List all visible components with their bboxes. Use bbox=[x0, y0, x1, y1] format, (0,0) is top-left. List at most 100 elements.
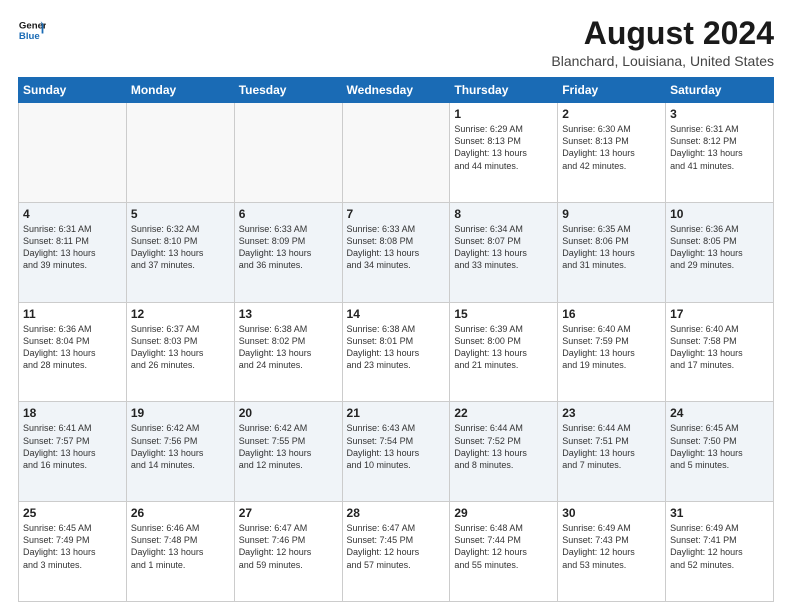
calendar-cell: 24 Sunrise: 6:45 AM Sunset: 7:50 PM Dayli… bbox=[666, 402, 774, 502]
day-number: 17 bbox=[670, 307, 769, 321]
day-number: 23 bbox=[562, 406, 661, 420]
calendar-week-row: 4Sunrise: 6:31 AM Sunset: 8:11 PM Daylig… bbox=[19, 202, 774, 302]
day-number: 12 bbox=[131, 307, 230, 321]
day-info: Sunrise: 6:49 AM Sunset: 7:41 PM Dayligh… bbox=[670, 522, 769, 571]
day-info: Sunrise: 6:49 AM Sunset: 7:43 PM Dayligh… bbox=[562, 522, 661, 571]
day-info: Sunrise: 6:42 AM Sunset: 7:55 PM Dayligh… bbox=[239, 422, 338, 471]
col-header-sunday: Sunday bbox=[19, 78, 127, 103]
day-info: Sunrise: 6:47 AM Sunset: 7:45 PM Dayligh… bbox=[347, 522, 446, 571]
calendar-cell: 1 Sunrise: 6:29 AM Sunset: 8:13 PM Daylig… bbox=[450, 103, 558, 203]
day-info: Sunrise: 6:47 AM Sunset: 7:46 PM Dayligh… bbox=[239, 522, 338, 571]
calendar-week-row: 11 Sunrise: 6:36 AM Sunset: 8:04 PM Dayli… bbox=[19, 302, 774, 402]
day-info: Sunrise: 6:41 AM Sunset: 7:57 PM Dayligh… bbox=[23, 422, 122, 471]
day-number: 20 bbox=[239, 406, 338, 420]
day-info: Sunrise: 6:42 AM Sunset: 7:56 PM Dayligh… bbox=[131, 422, 230, 471]
day-number: 4 bbox=[23, 207, 122, 221]
day-number: 9 bbox=[562, 207, 661, 221]
day-info: Sunrise: 6:29 AM Sunset: 8:13 PM Dayligh… bbox=[454, 123, 553, 172]
calendar-cell: 12 Sunrise: 6:37 AM Sunset: 8:03 PM Dayli… bbox=[126, 302, 234, 402]
day-info: Sunrise: 6:33 AM Sunset: 8:08 PM Dayligh… bbox=[347, 223, 446, 272]
calendar-cell: 20 Sunrise: 6:42 AM Sunset: 7:55 PM Dayli… bbox=[234, 402, 342, 502]
title-block: August 2024 Blanchard, Louisiana, United… bbox=[551, 16, 774, 69]
calendar-cell: 11 Sunrise: 6:36 AM Sunset: 8:04 PM Dayli… bbox=[19, 302, 127, 402]
calendar-cell: 9 Sunrise: 6:35 AM Sunset: 8:06 PM Daylig… bbox=[558, 202, 666, 302]
day-info: Sunrise: 6:31 AM Sunset: 8:12 PM Dayligh… bbox=[670, 123, 769, 172]
calendar-cell: 13 Sunrise: 6:38 AM Sunset: 8:02 PM Dayli… bbox=[234, 302, 342, 402]
day-info: Sunrise: 6:35 AM Sunset: 8:06 PM Dayligh… bbox=[562, 223, 661, 272]
day-number: 31 bbox=[670, 506, 769, 520]
day-number: 2 bbox=[562, 107, 661, 121]
calendar-cell: 4Sunrise: 6:31 AM Sunset: 8:11 PM Daylig… bbox=[19, 202, 127, 302]
day-info: Sunrise: 6:33 AM Sunset: 8:09 PM Dayligh… bbox=[239, 223, 338, 272]
day-number: 1 bbox=[454, 107, 553, 121]
calendar-cell: 16 Sunrise: 6:40 AM Sunset: 7:59 PM Dayli… bbox=[558, 302, 666, 402]
day-info: Sunrise: 6:30 AM Sunset: 8:13 PM Dayligh… bbox=[562, 123, 661, 172]
calendar-cell: 3 Sunrise: 6:31 AM Sunset: 8:12 PM Daylig… bbox=[666, 103, 774, 203]
calendar-cell bbox=[234, 103, 342, 203]
day-number: 3 bbox=[670, 107, 769, 121]
day-info: Sunrise: 6:36 AM Sunset: 8:04 PM Dayligh… bbox=[23, 323, 122, 372]
calendar-cell: 5Sunrise: 6:32 AM Sunset: 8:10 PM Daylig… bbox=[126, 202, 234, 302]
day-number: 14 bbox=[347, 307, 446, 321]
day-info: Sunrise: 6:44 AM Sunset: 7:52 PM Dayligh… bbox=[454, 422, 553, 471]
day-info: Sunrise: 6:34 AM Sunset: 8:07 PM Dayligh… bbox=[454, 223, 553, 272]
calendar-cell: 25Sunrise: 6:45 AM Sunset: 7:49 PM Dayli… bbox=[19, 502, 127, 602]
day-number: 16 bbox=[562, 307, 661, 321]
day-info: Sunrise: 6:38 AM Sunset: 8:02 PM Dayligh… bbox=[239, 323, 338, 372]
day-info: Sunrise: 6:45 AM Sunset: 7:50 PM Dayligh… bbox=[670, 422, 769, 471]
day-number: 8 bbox=[454, 207, 553, 221]
day-number: 24 bbox=[670, 406, 769, 420]
day-info: Sunrise: 6:40 AM Sunset: 7:59 PM Dayligh… bbox=[562, 323, 661, 372]
day-info: Sunrise: 6:40 AM Sunset: 7:58 PM Dayligh… bbox=[670, 323, 769, 372]
day-info: Sunrise: 6:45 AM Sunset: 7:49 PM Dayligh… bbox=[23, 522, 122, 571]
day-number: 15 bbox=[454, 307, 553, 321]
col-header-monday: Monday bbox=[126, 78, 234, 103]
day-number: 21 bbox=[347, 406, 446, 420]
col-header-wednesday: Wednesday bbox=[342, 78, 450, 103]
main-title: August 2024 bbox=[551, 16, 774, 51]
logo: General Blue bbox=[18, 16, 50, 44]
day-number: 19 bbox=[131, 406, 230, 420]
calendar-cell bbox=[19, 103, 127, 203]
day-number: 5 bbox=[131, 207, 230, 221]
calendar-cell: 22 Sunrise: 6:44 AM Sunset: 7:52 PM Dayli… bbox=[450, 402, 558, 502]
calendar-cell: 8 Sunrise: 6:34 AM Sunset: 8:07 PM Daylig… bbox=[450, 202, 558, 302]
day-number: 11 bbox=[23, 307, 122, 321]
day-info: Sunrise: 6:43 AM Sunset: 7:54 PM Dayligh… bbox=[347, 422, 446, 471]
logo-icon: General Blue bbox=[18, 16, 46, 44]
calendar-cell: 7Sunrise: 6:33 AM Sunset: 8:08 PM Daylig… bbox=[342, 202, 450, 302]
calendar-cell: 15 Sunrise: 6:39 AM Sunset: 8:00 PM Dayli… bbox=[450, 302, 558, 402]
col-header-thursday: Thursday bbox=[450, 78, 558, 103]
calendar-week-row: 25Sunrise: 6:45 AM Sunset: 7:49 PM Dayli… bbox=[19, 502, 774, 602]
day-info: Sunrise: 6:44 AM Sunset: 7:51 PM Dayligh… bbox=[562, 422, 661, 471]
calendar-cell: 26 Sunrise: 6:46 AM Sunset: 7:48 PM Dayli… bbox=[126, 502, 234, 602]
col-header-tuesday: Tuesday bbox=[234, 78, 342, 103]
day-number: 29 bbox=[454, 506, 553, 520]
calendar-cell: 18Sunrise: 6:41 AM Sunset: 7:57 PM Dayli… bbox=[19, 402, 127, 502]
day-info: Sunrise: 6:39 AM Sunset: 8:00 PM Dayligh… bbox=[454, 323, 553, 372]
calendar-cell: 28Sunrise: 6:47 AM Sunset: 7:45 PM Dayli… bbox=[342, 502, 450, 602]
calendar-cell: 19 Sunrise: 6:42 AM Sunset: 7:56 PM Dayli… bbox=[126, 402, 234, 502]
day-number: 22 bbox=[454, 406, 553, 420]
calendar-cell: 27 Sunrise: 6:47 AM Sunset: 7:46 PM Dayli… bbox=[234, 502, 342, 602]
calendar-cell: 10Sunrise: 6:36 AM Sunset: 8:05 PM Dayli… bbox=[666, 202, 774, 302]
day-info: Sunrise: 6:38 AM Sunset: 8:01 PM Dayligh… bbox=[347, 323, 446, 372]
svg-text:Blue: Blue bbox=[19, 31, 40, 42]
calendar-cell bbox=[126, 103, 234, 203]
calendar-header-row: SundayMondayTuesdayWednesdayThursdayFrid… bbox=[19, 78, 774, 103]
col-header-saturday: Saturday bbox=[666, 78, 774, 103]
day-info: Sunrise: 6:36 AM Sunset: 8:05 PM Dayligh… bbox=[670, 223, 769, 272]
calendar-cell: 14 Sunrise: 6:38 AM Sunset: 8:01 PM Dayli… bbox=[342, 302, 450, 402]
day-number: 27 bbox=[239, 506, 338, 520]
calendar-cell: 2 Sunrise: 6:30 AM Sunset: 8:13 PM Daylig… bbox=[558, 103, 666, 203]
day-number: 26 bbox=[131, 506, 230, 520]
calendar-cell: 31 Sunrise: 6:49 AM Sunset: 7:41 PM Dayli… bbox=[666, 502, 774, 602]
day-number: 6 bbox=[239, 207, 338, 221]
day-number: 13 bbox=[239, 307, 338, 321]
day-info: Sunrise: 6:46 AM Sunset: 7:48 PM Dayligh… bbox=[131, 522, 230, 571]
calendar-cell bbox=[342, 103, 450, 203]
day-info: Sunrise: 6:48 AM Sunset: 7:44 PM Dayligh… bbox=[454, 522, 553, 571]
day-info: Sunrise: 6:37 AM Sunset: 8:03 PM Dayligh… bbox=[131, 323, 230, 372]
calendar-cell: 21 Sunrise: 6:43 AM Sunset: 7:54 PM Dayli… bbox=[342, 402, 450, 502]
calendar-cell: 17 Sunrise: 6:40 AM Sunset: 7:58 PM Dayli… bbox=[666, 302, 774, 402]
